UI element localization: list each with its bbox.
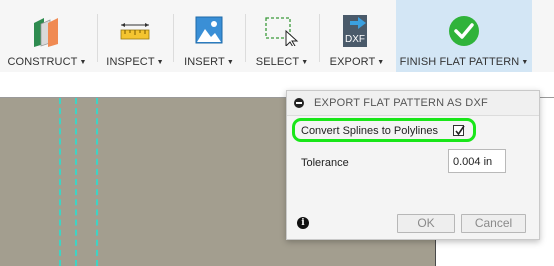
select-menu[interactable]: SELECT ▼ <box>246 0 318 72</box>
construct-icon <box>30 14 64 53</box>
inspect-caret: ▼ <box>156 59 164 66</box>
construct-caret: ▼ <box>79 59 87 66</box>
select-caret: ▼ <box>301 59 309 66</box>
finish-check-icon <box>448 15 480 52</box>
info-icon[interactable]: i <box>297 217 309 229</box>
tolerance-input[interactable]: 0.004 in <box>448 149 506 173</box>
convert-splines-checkbox[interactable] <box>453 125 465 136</box>
convert-splines-label: Convert Splines to Polylines <box>301 125 438 137</box>
inspect-label: INSPECT <box>106 56 155 68</box>
construct-menu[interactable]: CONSTRUCT ▼ <box>0 0 94 72</box>
toolbar: CONSTRUCT ▼ INSPECT ▼ INSERT ▼ SELECT ▼ … <box>0 0 554 72</box>
dxf-icon-text: DXF <box>345 34 365 45</box>
tolerance-label: Tolerance <box>301 157 349 169</box>
export-label: EXPORT <box>329 56 376 68</box>
export-caret: ▼ <box>377 59 385 66</box>
finish-flat-pattern-label: FINISH FLAT PATTERN <box>399 56 520 68</box>
cancel-button[interactable]: Cancel <box>461 214 526 233</box>
select-label: SELECT <box>255 56 300 68</box>
dialog-header: EXPORT FLAT PATTERN AS DXF <box>287 91 539 116</box>
export-menu[interactable]: DXF EXPORT ▼ <box>320 0 394 72</box>
finish-flat-pattern-button[interactable]: FINISH FLAT PATTERN ▼ <box>396 0 532 72</box>
bend-line <box>75 98 77 266</box>
select-cursor-icon <box>264 16 300 51</box>
insert-image-icon <box>195 16 223 49</box>
checkmark-icon <box>455 125 465 136</box>
export-dxf-dialog: EXPORT FLAT PATTERN AS DXF Convert Splin… <box>286 90 540 240</box>
inspect-menu[interactable]: INSPECT ▼ <box>98 0 172 72</box>
ok-button[interactable]: OK <box>397 214 455 233</box>
construct-label: CONSTRUCT <box>7 56 78 68</box>
dxf-export-icon: DXF <box>340 13 374 54</box>
bend-line <box>59 98 61 266</box>
insert-label: INSERT <box>184 56 225 68</box>
insert-caret: ▼ <box>226 59 234 66</box>
insert-menu[interactable]: INSERT ▼ <box>174 0 244 72</box>
finish-caret: ▼ <box>521 59 529 66</box>
bend-line <box>96 98 98 266</box>
dialog-title: EXPORT FLAT PATTERN AS DXF <box>314 97 488 109</box>
collapse-icon[interactable] <box>294 98 304 108</box>
measure-ruler-icon <box>120 22 150 47</box>
